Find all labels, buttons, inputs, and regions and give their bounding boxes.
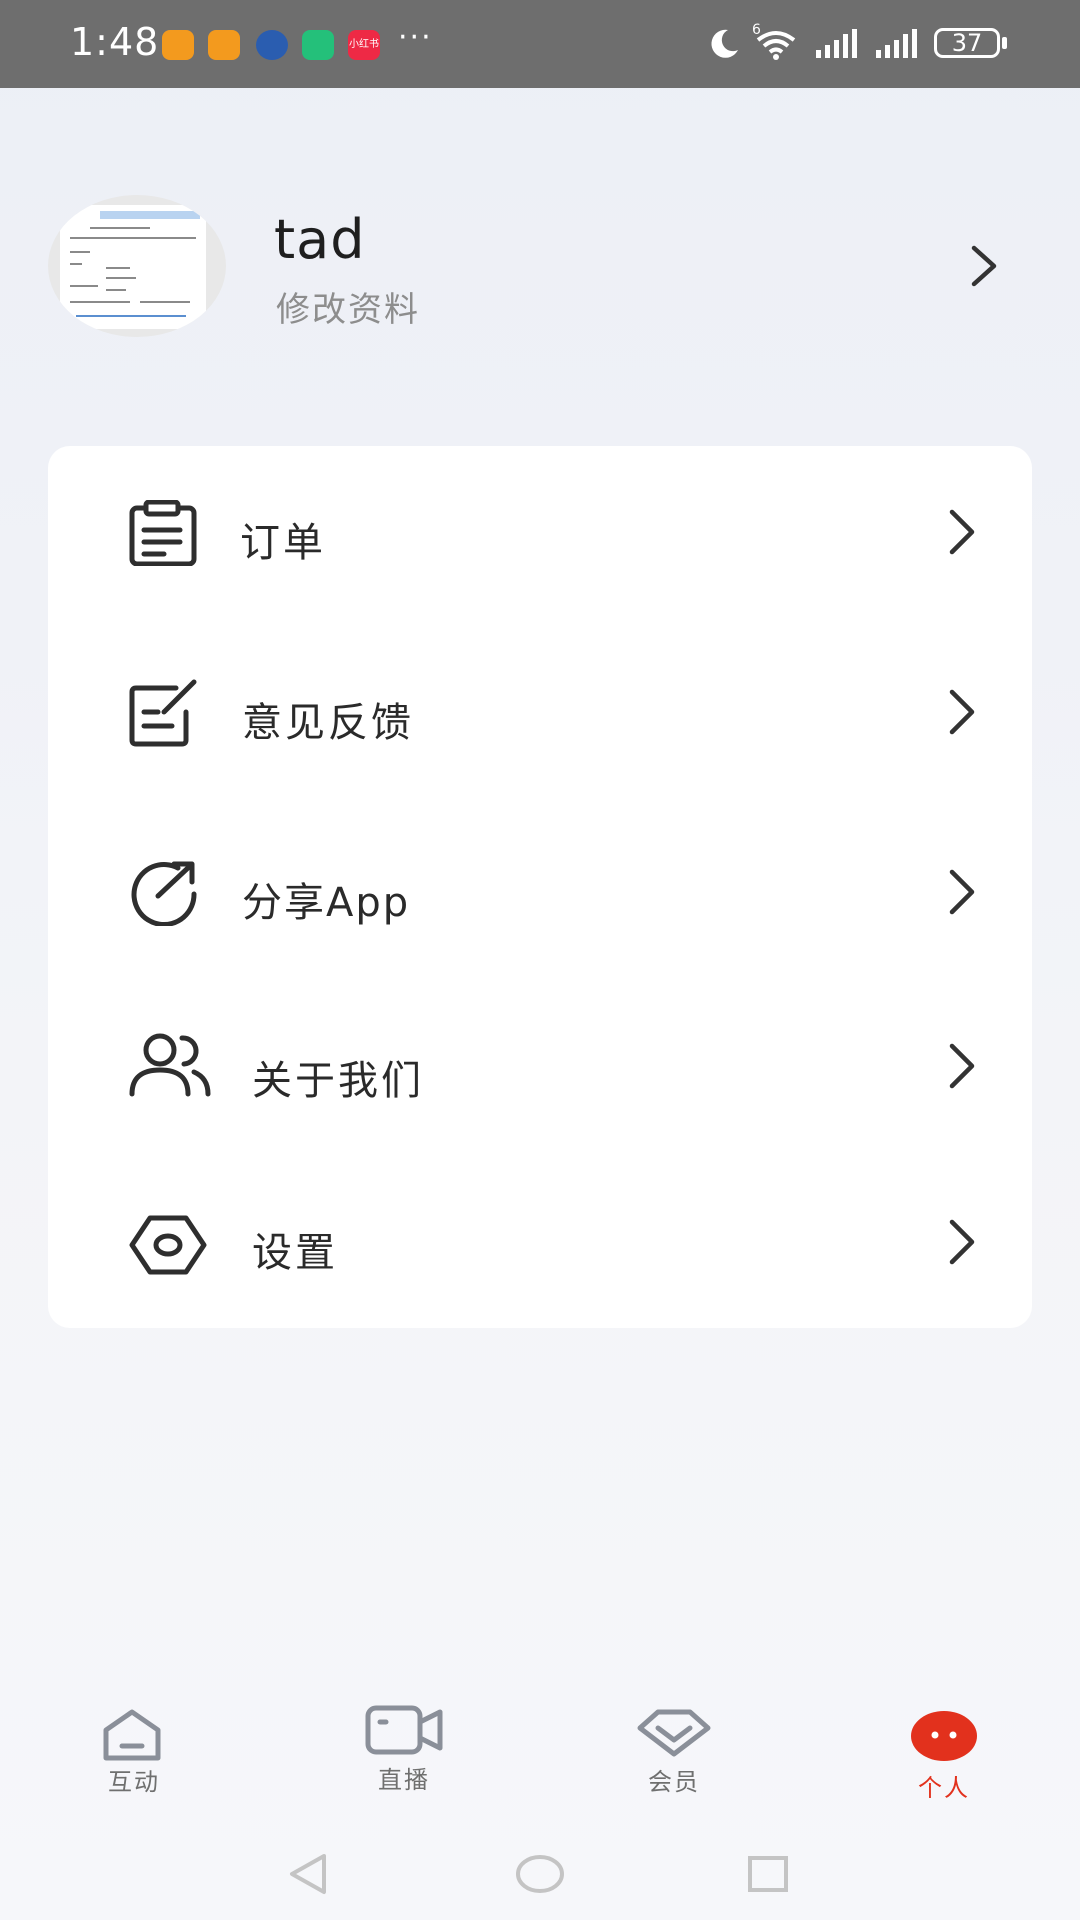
menu-item-settings[interactable]: 设置 (48, 1188, 1032, 1298)
status-time: 1:48 (70, 20, 160, 64)
chevron-right-icon (949, 869, 975, 915)
home-icon (103, 1709, 161, 1761)
menu-label-settings: 设置 (252, 1230, 338, 1276)
status-bar: 1:48 小红书 ··· 6 37 (0, 0, 1080, 88)
menu-card: 订单 意见反馈 分享App 关于我们 设置 (48, 446, 1032, 1328)
battery-tip (1002, 37, 1007, 49)
diamond-icon (637, 1709, 711, 1757)
menu-label-share-app: 分享App (242, 880, 411, 926)
network-badge: 6 (752, 22, 761, 38)
nav-item-interaction[interactable]: 互动 (64, 1694, 204, 1824)
edit-profile-link[interactable]: 修改资料 (276, 282, 420, 331)
menu-label-feedback: 意见反馈 (242, 700, 414, 746)
hexagon-settings-icon (129, 1215, 207, 1275)
nav-label-live: 直播 (378, 1766, 430, 1794)
username[interactable]: tad (274, 208, 366, 271)
menu-label-orders: 订单 (240, 520, 326, 566)
menu-label-about-us: 关于我们 (252, 1058, 424, 1104)
face-icon (911, 1711, 977, 1761)
menu-item-about-us[interactable]: 关于我们 (48, 1014, 1032, 1124)
home-circle-icon[interactable] (514, 1852, 566, 1896)
chevron-right-icon (949, 1219, 975, 1265)
blue-app-icon (256, 30, 288, 60)
nav-label-membership: 会员 (648, 1768, 700, 1796)
system-nav-bar (0, 1838, 1080, 1910)
chevron-right-icon[interactable] (964, 240, 1004, 292)
bottom-nav: 互动 直播 会员 个人 (0, 1694, 1080, 1824)
clipboard-icon (129, 500, 197, 566)
battery-icon: 37 (934, 28, 1000, 58)
video-camera-icon (365, 1705, 443, 1755)
signal-icon-2 (876, 29, 917, 58)
back-icon[interactable] (286, 1852, 330, 1896)
battery-level: 37 (951, 29, 983, 57)
users-icon (129, 1033, 211, 1097)
nav-item-live[interactable]: 直播 (334, 1694, 474, 1824)
chevron-right-icon (949, 509, 975, 555)
menu-item-share-app[interactable]: 分享App (48, 840, 1032, 950)
chevron-right-icon (949, 689, 975, 735)
nav-label-profile: 个人 (918, 1774, 970, 1802)
xiaohongshu-icon: 小红书 (348, 30, 380, 60)
avatar-image (60, 205, 206, 329)
orange-app-icon-1 (162, 30, 194, 60)
nav-item-membership[interactable]: 会员 (604, 1694, 744, 1824)
signal-icon-1 (816, 29, 857, 58)
do-not-disturb-icon (711, 29, 738, 58)
green-app-icon (302, 30, 334, 60)
feedback-edit-icon (129, 679, 197, 747)
nav-label-interaction: 互动 (108, 1768, 160, 1796)
nav-item-profile[interactable]: 个人 (874, 1694, 1014, 1824)
menu-item-orders[interactable]: 订单 (48, 480, 1032, 590)
recent-apps-icon[interactable] (746, 1852, 790, 1896)
more-notifications-indicator: ··· (398, 20, 433, 55)
orange-app-icon-2 (208, 30, 240, 60)
share-refresh-icon (131, 861, 197, 926)
menu-item-feedback[interactable]: 意见反馈 (48, 660, 1032, 770)
chevron-right-icon (949, 1043, 975, 1089)
avatar[interactable] (48, 195, 226, 337)
